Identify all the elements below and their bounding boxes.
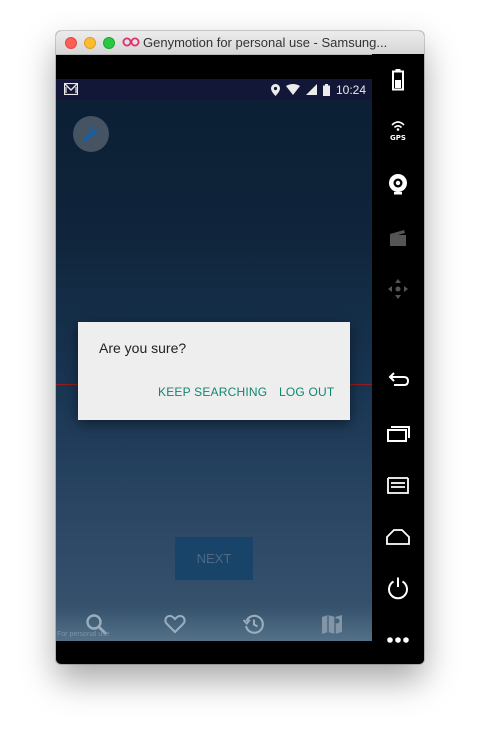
keep-searching-button[interactable]: KEEP SEARCHING — [158, 385, 267, 399]
dialog-message: Are you sure? — [99, 340, 187, 356]
gps-icon[interactable]: GPS — [386, 119, 410, 143]
window-title: Genymotion for personal use - Samsung... — [143, 35, 388, 50]
back-icon[interactable] — [386, 368, 410, 392]
log-out-button[interactable]: LOG OUT — [279, 385, 334, 399]
android-screen: 10:24 NEXT For personal use Are you sure… — [56, 79, 372, 641]
minimize-window-button[interactable] — [84, 37, 96, 49]
recent-apps-icon[interactable] — [386, 421, 410, 445]
menu-icon[interactable] — [386, 473, 410, 497]
maximize-window-button[interactable] — [103, 37, 115, 49]
svg-text:GPS: GPS — [390, 134, 406, 142]
clapperboard-icon[interactable] — [386, 225, 410, 249]
more-icon[interactable] — [386, 628, 410, 652]
home-icon[interactable] — [386, 525, 410, 549]
battery-icon[interactable] — [386, 68, 410, 92]
webcam-icon[interactable] — [386, 172, 410, 196]
confirm-dialog: Are you sure? KEEP SEARCHING LOG OUT — [78, 322, 350, 420]
close-window-button[interactable] — [65, 37, 77, 49]
emulator-window: Genymotion for personal use - Samsung... — [56, 31, 424, 664]
genymotion-logo-icon — [122, 37, 140, 47]
title-bar: Genymotion for personal use - Samsung... — [56, 31, 424, 55]
dpad-icon[interactable] — [386, 277, 410, 301]
genymotion-toolbar: GPS — [372, 54, 424, 664]
power-icon[interactable] — [386, 576, 410, 600]
